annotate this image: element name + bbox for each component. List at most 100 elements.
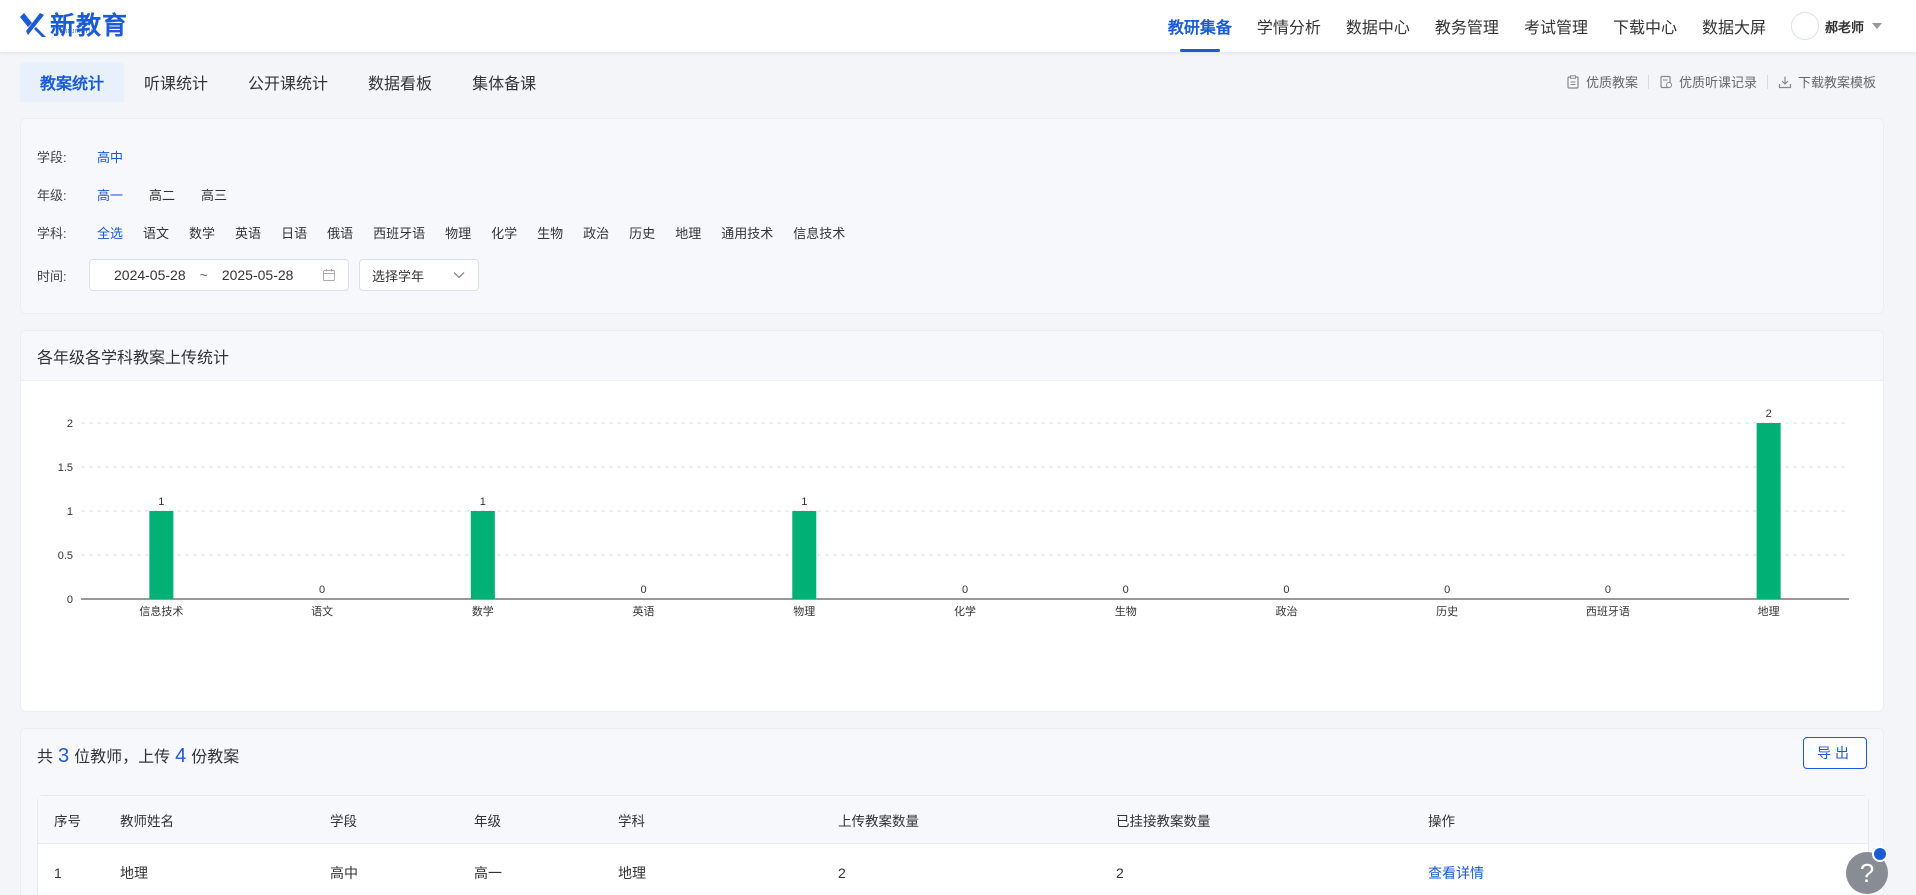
table-cell: 1 (54, 865, 62, 881)
help-badge-icon[interactable] (1872, 846, 1888, 862)
avatar[interactable] (1790, 12, 1819, 40)
bar (792, 511, 817, 599)
tab-data-board[interactable]: 数据看板 (348, 62, 452, 102)
tab-open-class-stats[interactable]: 公开课统计 (228, 62, 348, 102)
tab-lesson-plan-stats[interactable]: 教案统计 (20, 62, 125, 102)
right-links: 优质教案 优质听课记录 下载教案模板 (1556, 72, 1886, 91)
date-range-picker[interactable]: 2024-05-28 ~ 2025-05-28 (89, 259, 349, 291)
logo-icon (20, 13, 46, 37)
stage-label: 学段: (37, 150, 67, 165)
data-label: 0 (1123, 584, 1129, 596)
grade-filter: 年级: 高一 高二 高三 (37, 185, 253, 204)
subject-option[interactable]: 全选 (97, 223, 123, 242)
column-header: 年级 (474, 813, 501, 829)
subject-option[interactable]: 语文 (143, 223, 169, 242)
tab-lecture-stats[interactable]: 听课统计 (124, 62, 228, 102)
brand-name: 新教育 (50, 12, 129, 40)
y-tick-label: 0.5 (58, 550, 73, 562)
tab-collective-prep[interactable]: 集体备课 (452, 62, 556, 102)
download-template-link[interactable]: 下载教案模板 (1768, 72, 1886, 91)
chart-panel: 各年级各学科教案上传统计 0 0.5 1 1.5 2 1 信息技术 0 语文 1 数学 0 英语 1 物理 0… (20, 330, 1884, 712)
date-end[interactable]: 2025-05-28 (222, 267, 294, 283)
subject-option[interactable]: 通用技术 (721, 223, 773, 242)
topnav-item-data-center[interactable]: 数据中心 (1346, 0, 1410, 52)
x-tick-label: 数学 (472, 604, 494, 618)
subject-option[interactable]: 生物 (537, 223, 563, 242)
user-name: 郝老师 (1824, 19, 1864, 35)
column-header: 学段 (330, 813, 357, 829)
x-tick-label: 物理 (793, 604, 815, 618)
column-header: 教师姓名 (120, 813, 174, 829)
subject-option[interactable]: 地理 (675, 223, 701, 242)
x-tick-label: 政治 (1275, 604, 1297, 618)
export-button[interactable]: 导出 (1803, 737, 1867, 769)
table-cell: 地理 (618, 865, 646, 881)
school-year-value: 选择学年 (372, 268, 425, 284)
stage-option[interactable]: 高中 (97, 147, 123, 166)
caret-down-icon[interactable] (1872, 23, 1882, 29)
view-detail-link[interactable]: 查看详情 (1428, 863, 1484, 883)
subject-option[interactable]: 化学 (491, 223, 517, 242)
data-label: 1 (480, 496, 486, 508)
data-label: 0 (1283, 584, 1289, 596)
date-start[interactable]: 2024-05-28 (114, 267, 186, 283)
subject-option[interactable]: 日语 (281, 223, 307, 242)
x-tick-label: 历史 (1436, 605, 1458, 618)
user-menu[interactable]: 郝老师 (1790, 12, 1882, 40)
time-filter: 时间: 2024-05-28 ~ 2025-05-28 选择学年 (37, 259, 479, 291)
topnav-item-analysis[interactable]: 学情分析 (1257, 0, 1321, 52)
brand-sub: XINJIAOYU (62, 29, 93, 35)
time-label: 时间: (37, 268, 67, 284)
quality-plan-link[interactable]: 优质教案 (1556, 72, 1648, 91)
date-separator: ~ (199, 267, 208, 283)
topnav-item-big-screen[interactable]: 数据大屏 (1702, 0, 1766, 52)
topnav-item-download[interactable]: 下载中心 (1613, 0, 1677, 52)
download-icon (1778, 76, 1792, 88)
column-header: 学科 (618, 813, 645, 829)
brand-logo[interactable]: 新教育 (18, 7, 128, 41)
grade-option[interactable]: 高一 (97, 185, 123, 204)
quality-plan-label: 优质教案 (1585, 75, 1638, 90)
table-cell: 高一 (474, 865, 502, 881)
topnav-item-academic[interactable]: 教务管理 (1435, 0, 1499, 52)
table-cell: 地理 (120, 865, 148, 881)
subject-option[interactable]: 物理 (445, 223, 471, 242)
summary-mid: 位教师，上传 (74, 749, 171, 766)
table-cell: 高中 (330, 865, 358, 881)
teacher-table-panel: 共 3 位教师，上传 4 份教案 导出 序号 教师姓名 学段 年级 学科 上传教案数量 已挂… (20, 728, 1884, 895)
table-cell: 2 (1116, 865, 1124, 881)
grade-option[interactable]: 高二 (149, 185, 175, 204)
subject-option[interactable]: 信息技术 (793, 223, 845, 242)
data-label: 1 (801, 496, 807, 508)
teacher-count: 3 (58, 745, 70, 767)
topnav-item-teaching[interactable]: 教研集备 (1168, 0, 1232, 52)
column-header: 上传教案数量 (838, 813, 919, 829)
x-tick-label: 信息技术 (139, 604, 183, 618)
y-tick-label: 1 (67, 506, 73, 518)
subject-filter: 学科: 全选 语文 数学 英语 日语 俄语 西班牙语 物理 化学 生物 政治 历史 地理 通用技术 信息技术 (37, 223, 865, 242)
subject-option[interactable]: 政治 (583, 223, 609, 242)
quality-lecture-link[interactable]: 优质听课记录 (1649, 72, 1767, 91)
stage-filter: 学段: 高中 (37, 147, 149, 166)
y-tick-label: 0 (67, 594, 73, 606)
data-label: 0 (640, 584, 646, 596)
chart-title: 各年级各学科教案上传统计 (21, 331, 1883, 381)
school-year-select[interactable]: 选择学年 (359, 259, 479, 291)
record-icon (1660, 75, 1672, 88)
data-label: 0 (1605, 584, 1611, 596)
subject-label: 学科: (37, 226, 67, 241)
data-label: 0 (1444, 584, 1450, 596)
subject-option[interactable]: 数学 (189, 223, 215, 242)
x-tick-label: 语文 (311, 604, 333, 618)
grade-option[interactable]: 高三 (201, 185, 227, 204)
calendar-icon (323, 269, 335, 281)
quality-lecture-label: 优质听课记录 (1678, 75, 1757, 90)
subject-option[interactable]: 西班牙语 (373, 223, 425, 242)
subject-option[interactable]: 历史 (629, 223, 655, 242)
top-nav: 教研集备 学情分析 数据中心 教务管理 考试管理 下载中心 数据大屏 郝老师 (1168, 0, 1916, 52)
bar (149, 511, 174, 599)
topnav-item-exam[interactable]: 考试管理 (1524, 0, 1588, 52)
y-tick-label: 2 (67, 418, 73, 430)
subject-option[interactable]: 英语 (235, 223, 261, 242)
subject-option[interactable]: 俄语 (327, 223, 353, 242)
